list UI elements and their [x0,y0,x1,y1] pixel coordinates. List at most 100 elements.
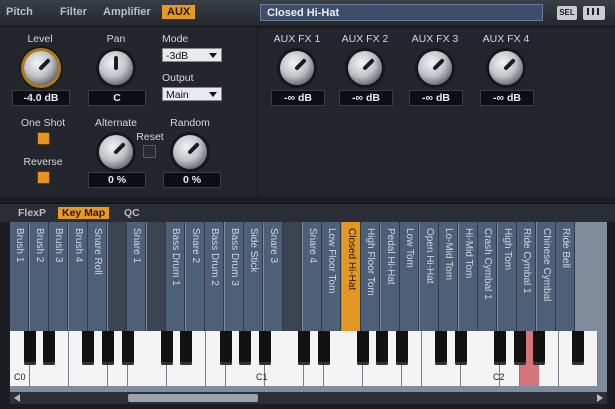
black-key[interactable] [24,331,36,365]
piano-keyboard-icon[interactable] [583,6,605,20]
aux-fx-3-value[interactable]: -∞ dB [409,90,463,106]
pad-brush-3[interactable]: Brush 3 [49,222,68,332]
pad-side-stick[interactable]: Side Stick [244,222,263,332]
tab-pitch[interactable]: Pitch [6,6,33,18]
scroll-thumb[interactable] [128,394,258,402]
pad-snare-3[interactable]: Snare 3 [264,222,283,332]
pad-pedal-hi-hat[interactable]: Pedal Hi-Hat [381,222,400,332]
pad-label: Bass Drum 2 [209,228,220,286]
sel-button[interactable]: SEL [557,6,577,20]
black-key[interactable] [220,331,232,365]
pad-low-tom[interactable]: Low Tom [400,222,419,332]
black-key[interactable] [318,331,330,365]
black-key[interactable] [494,331,506,365]
black-key[interactable] [180,331,192,365]
random-knob[interactable] [173,135,207,169]
random-value[interactable]: 0 % [163,172,221,188]
level-label: Level [27,33,53,45]
pad-label: Bass Drum 3 [229,228,240,286]
aux-fx-4-value[interactable]: -∞ dB [480,90,534,106]
pad-high-floor-tom[interactable]: High Floor Tom [361,222,380,332]
empty-pad-slot[interactable] [283,222,302,332]
black-key[interactable] [161,331,173,365]
black-key[interactable] [435,331,447,365]
black-key[interactable] [533,331,545,365]
pad-snare-2[interactable]: Snare 2 [186,222,205,332]
tab-qc[interactable]: QC [124,207,140,219]
scroll-left-icon[interactable] [14,394,20,402]
aux-fx-2-label: AUX FX 2 [341,33,389,45]
aux-fx-4-label: AUX FX 4 [482,33,530,45]
scroll-right-icon[interactable] [597,394,603,402]
black-key[interactable] [43,331,55,365]
black-key[interactable] [357,331,369,365]
pad-brush-1[interactable]: Brush 1 [10,222,29,332]
pad-snare-4[interactable]: Snare 4 [303,222,322,332]
pad-high-tom[interactable]: High Tom [498,222,517,332]
pad-lo-mid-tom[interactable]: Lo-Mid Tom [439,222,458,332]
alternate-value[interactable]: 0 % [88,172,146,188]
black-key[interactable] [572,331,584,365]
tab-amplifier[interactable]: Amplifier [103,6,151,18]
pan-value[interactable]: C [88,90,146,106]
pad-snare-1[interactable]: Snare 1 [127,222,146,332]
level-value[interactable]: -4.0 dB [12,90,70,106]
pad-ride-bell[interactable]: Ride Bell [556,222,575,332]
pad-label: Hi-Mid Tom [463,228,474,279]
aux-fx-2-value[interactable]: -∞ dB [339,90,393,106]
black-key[interactable] [102,331,114,365]
tab-key-map[interactable]: Key Map [58,207,110,219]
black-key[interactable] [376,331,388,365]
aux-fx-1-value[interactable]: -∞ dB [271,90,325,106]
pad-bass-drum-1[interactable]: Bass Drum 1 [166,222,185,332]
black-key[interactable] [455,331,467,365]
aux-fx-1-knob[interactable] [280,51,314,85]
pad-label: Brush 4 [73,228,84,263]
pad-label: Snare 1 [131,228,142,264]
pad-label: Snare 4 [307,228,318,264]
pad-label: High Tom [502,228,513,271]
reverse-toggle[interactable] [37,171,50,184]
pan-knob[interactable] [99,51,133,85]
aux-fx-3-knob[interactable] [418,51,452,85]
preset-name-field[interactable]: Closed Hi-Hat [260,4,543,21]
black-key[interactable] [122,331,134,365]
reset-label: Reset [136,131,164,143]
pad-closed-hi-hat[interactable]: Closed Hi-Hat [342,222,361,332]
tab-flexp[interactable]: FlexP [18,207,46,219]
tab-aux[interactable]: AUX [162,5,196,19]
one-shot-toggle[interactable] [37,132,50,145]
aux-fx-2-knob[interactable] [348,51,382,85]
reset-button[interactable] [143,145,156,158]
pad-label: Brush 3 [53,228,64,263]
empty-pad-slot[interactable] [147,222,166,332]
pad-label: Bass Drum 1 [170,228,181,286]
black-key[interactable] [298,331,310,365]
empty-pad-slot[interactable] [108,222,127,332]
mode-dropdown[interactable]: -3dB [162,48,222,62]
black-key[interactable] [396,331,408,365]
pad-brush-4[interactable]: Brush 4 [69,222,88,332]
horizontal-scrollbar[interactable] [10,392,607,404]
black-key[interactable] [239,331,251,365]
alternate-knob[interactable] [99,135,133,169]
pad-hi-mid-tom[interactable]: Hi-Mid Tom [459,222,478,332]
pad-brush-2[interactable]: Brush 2 [30,222,49,332]
tab-filter[interactable]: Filter [60,6,87,18]
black-key[interactable] [514,331,526,365]
pad-chinese-cymbal[interactable]: Chinese Cymbal [537,222,556,332]
black-key[interactable] [259,331,271,365]
pad-open-hi-hat[interactable]: Open Hi-Hat [420,222,439,332]
pad-ride-cymbal-1[interactable]: Ride Cymbal 1 [517,222,536,332]
output-dropdown[interactable]: Main [162,87,222,101]
pad-snare-roll[interactable]: Snare Roll [88,222,107,332]
black-key[interactable] [82,331,94,365]
pad-low-floor-tom[interactable]: Low Floor Tom [322,222,341,332]
pad-crash-cymbal-1[interactable]: Crash Cymbal 1 [478,222,497,332]
octave-label: C0 [14,372,26,382]
pad-bass-drum-3[interactable]: Bass Drum 3 [225,222,244,332]
aux-fx-4-knob[interactable] [489,51,523,85]
one-shot-label: One Shot [20,117,66,129]
level-knob[interactable] [24,51,58,85]
pad-bass-drum-2[interactable]: Bass Drum 2 [205,222,224,332]
